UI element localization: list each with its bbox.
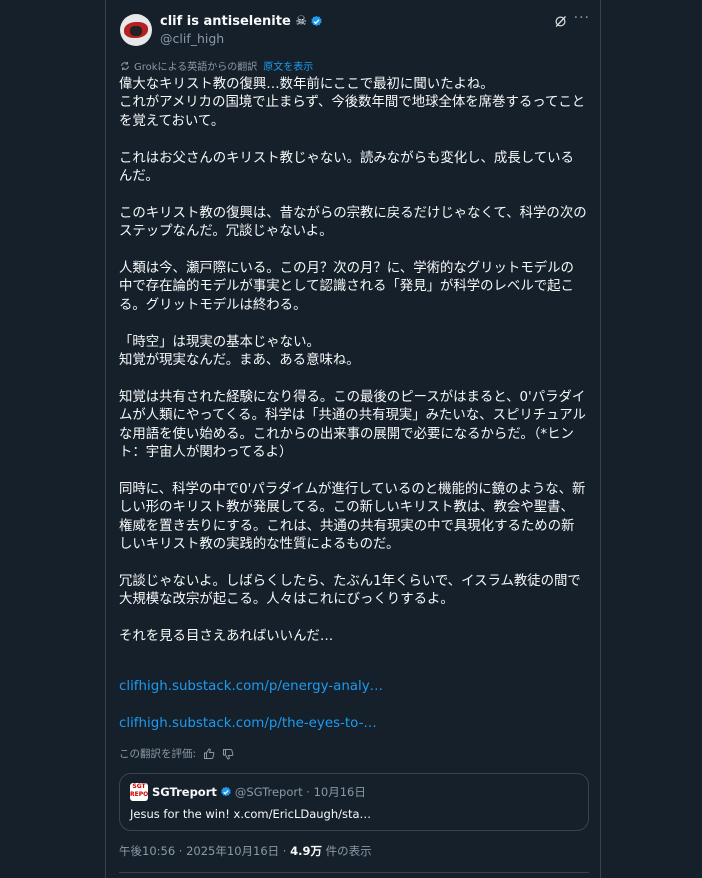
quoted-header: SGTreport @SGTreport · 10月16日: [152, 784, 366, 800]
quoted-avatar[interactable]: SGT REPORT: [130, 783, 148, 801]
translate-icon: [121, 61, 129, 70]
more-options-icon[interactable]: ···: [574, 10, 590, 26]
view-count-label: 件の表示: [321, 844, 372, 858]
thumbs-up-icon[interactable]: [203, 747, 215, 760]
thumbs-down-icon[interactable]: [222, 748, 234, 760]
link-energy-analysis[interactable]: clifhigh.substack.com/p/energy-analy…: [119, 678, 587, 696]
post-time-date[interactable]: 午後10:56 · 2025年10月16日 ·: [119, 844, 290, 858]
post-links: clifhigh.substack.com/p/energy-analy… cl…: [119, 678, 587, 733]
view-count: 4.9万: [290, 844, 322, 858]
rate-label: この翻訳を評価:: [119, 748, 197, 760]
grok-icon[interactable]: [553, 14, 568, 29]
author-name-row[interactable]: clif is antiselenite ☠: [160, 14, 323, 29]
quoted-text: Jesus for the win! x.com/EricLDaugh/sta…: [130, 807, 372, 821]
rate-translation: この翻訳を評価:: [119, 746, 234, 761]
translation-label: Grokによる英語からの翻訳: [134, 62, 258, 73]
quoted-name[interactable]: SGTreport: [152, 785, 217, 799]
quoted-post[interactable]: SGT REPORT SGTreport @SGTreport · 10月16日…: [119, 773, 589, 831]
post-meta: 午後10:56 · 2025年10月16日 · 4.9万 件の表示: [119, 843, 372, 859]
verified-badge-icon: [311, 15, 322, 27]
author-display-name[interactable]: clif is antiselenite ☠: [160, 14, 307, 29]
post-body: 偉大なキリスト教の復興…数年前にここで最初に聞いたよね。 これがアメリカの国境で…: [119, 77, 587, 645]
post-header: clif is antiselenite ☠ @clif_high ···: [120, 10, 590, 54]
author-avatar[interactable]: [120, 14, 152, 46]
author-handle[interactable]: @clif_high: [160, 31, 224, 46]
divider: [119, 872, 589, 873]
quoted-verified-icon: [221, 786, 231, 797]
post-column: clif is antiselenite ☠ @clif_high ··· Gr…: [105, 0, 601, 878]
quoted-handle-date: @SGTreport · 10月16日: [234, 785, 366, 799]
translation-note: Grokによる英語からの翻訳 原文を表示: [120, 58, 313, 73]
show-original-link[interactable]: 原文を表示: [263, 58, 313, 73]
link-the-eyes-to[interactable]: clifhigh.substack.com/p/the-eyes-to-…: [119, 715, 587, 733]
